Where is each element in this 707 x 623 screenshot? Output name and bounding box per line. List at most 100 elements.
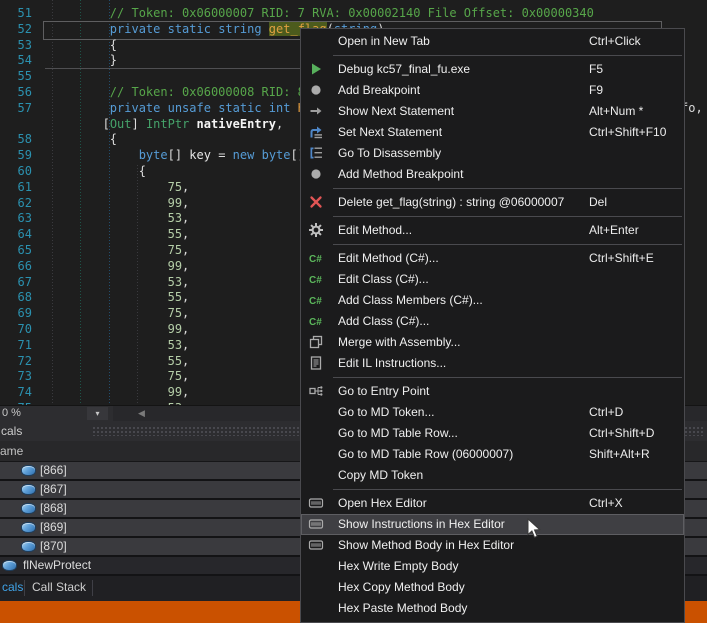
variable-icon bbox=[22, 542, 35, 551]
scroll-left-arrow-icon[interactable]: ◀ bbox=[138, 408, 145, 419]
menu-separator bbox=[333, 188, 682, 189]
blank-icon bbox=[308, 558, 324, 574]
variable-icon bbox=[22, 485, 35, 494]
set-next-statement-icon bbox=[308, 124, 324, 140]
tab-locals[interactable]: cals bbox=[2, 580, 23, 594]
blank-icon bbox=[308, 446, 324, 462]
line-number: 60 bbox=[0, 164, 32, 180]
code-text: 53, bbox=[52, 275, 189, 291]
svg-text:C#: C# bbox=[309, 296, 322, 307]
menu-item-shortcut: F5 bbox=[589, 59, 603, 80]
menu-item-copy-md-token[interactable]: Copy MD Token bbox=[301, 465, 684, 486]
debug-play-icon bbox=[308, 61, 324, 77]
menu-item-debug-kc57-final-fu-exe[interactable]: Debug kc57_final_fu.exeF5 bbox=[301, 59, 684, 80]
entry-point-icon bbox=[308, 383, 324, 399]
line-number: 62 bbox=[0, 196, 32, 212]
variable-name: flNewProtect bbox=[23, 557, 91, 574]
menu-item-edit-il-instructions[interactable]: Edit IL Instructions... bbox=[301, 353, 684, 374]
menu-item-label: Add Class (C#)... bbox=[338, 311, 429, 332]
menu-item-label: Show Next Statement bbox=[338, 101, 454, 122]
menu-item-label: Go To Disassembly bbox=[338, 143, 441, 164]
menu-separator bbox=[333, 216, 682, 217]
line-number: 71 bbox=[0, 338, 32, 354]
menu-item-go-to-entry-point[interactable]: Go to Entry Point bbox=[301, 381, 684, 402]
code-text: } bbox=[52, 53, 117, 69]
code-text: private unsafe static int H bbox=[52, 101, 305, 117]
menu-item-merge-with-assembly[interactable]: Merge with Assembly... bbox=[301, 332, 684, 353]
menu-item-edit-method[interactable]: Edit Method... Alt+Enter bbox=[301, 220, 684, 241]
menu-item-delete-get-flag-string-string-06000007[interactable]: Delete get_flag(string) : string @060000… bbox=[301, 192, 684, 213]
line-number: 54 bbox=[0, 53, 32, 69]
menu-item-set-next-statement[interactable]: Set Next Statement Ctrl+Shift+F10 bbox=[301, 122, 684, 143]
variable-icon bbox=[22, 523, 35, 532]
menu-item-label: Edit IL Instructions... bbox=[338, 353, 446, 374]
menu-separator bbox=[333, 377, 682, 378]
menu-item-shortcut: Ctrl+Shift+D bbox=[589, 423, 654, 444]
menu-item-go-to-md-token[interactable]: Go to MD Token...Ctrl+D bbox=[301, 402, 684, 423]
variable-name: [867] bbox=[40, 481, 67, 498]
blank-icon bbox=[308, 579, 324, 595]
menu-item-label: Set Next Statement bbox=[338, 122, 442, 143]
line-number: 64 bbox=[0, 227, 32, 243]
menu-item-add-class-members-c[interactable]: C#Add Class Members (C#)... bbox=[301, 290, 684, 311]
code-text: 53, bbox=[52, 338, 189, 354]
menu-item-go-to-md-table-row[interactable]: Go to MD Table Row...Ctrl+Shift+D bbox=[301, 423, 684, 444]
hex-editor-icon bbox=[308, 495, 324, 511]
variable-icon bbox=[3, 561, 16, 570]
menu-item-label: Edit Method... bbox=[338, 220, 412, 241]
menu-item-add-method-breakpoint[interactable]: Add Method Breakpoint bbox=[301, 164, 684, 185]
code-text: 75, bbox=[52, 369, 189, 385]
code-text: 99, bbox=[52, 322, 189, 338]
menu-item-label: Delete get_flag(string) : string @060000… bbox=[338, 192, 564, 213]
locals-panel-title: cals bbox=[1, 424, 22, 438]
line-number: 53 bbox=[0, 38, 32, 54]
line-number: 67 bbox=[0, 275, 32, 291]
line-number: 65 bbox=[0, 243, 32, 259]
menu-item-hex-write-empty-body[interactable]: Hex Write Empty Body bbox=[301, 556, 684, 577]
menu-item-show-instructions-in-hex-editor[interactable]: Show Instructions in Hex Editor bbox=[301, 514, 684, 535]
line-number: 51 bbox=[0, 6, 32, 22]
menu-item-hex-paste-method-body[interactable]: Hex Paste Method Body bbox=[301, 598, 684, 619]
menu-item-shortcut: Ctrl+D bbox=[589, 402, 623, 423]
csharp-icon: C# bbox=[308, 271, 324, 287]
menu-item-shortcut: Shift+Alt+R bbox=[589, 444, 650, 465]
menu-item-go-to-disassembly[interactable]: Go To Disassembly bbox=[301, 143, 684, 164]
zoom-dropdown-button[interactable]: ▾ bbox=[87, 407, 108, 420]
menu-item-label: Hex Write Empty Body bbox=[338, 556, 458, 577]
line-number: 55 bbox=[0, 69, 32, 85]
menu-item-edit-method-c[interactable]: C#Edit Method (C#)...Ctrl+Shift+E bbox=[301, 248, 684, 269]
menu-item-shortcut: F9 bbox=[589, 80, 603, 101]
menu-item-open-hex-editor[interactable]: Open Hex EditorCtrl+X bbox=[301, 493, 684, 514]
code-text: byte[] key = new byte[] bbox=[52, 148, 305, 164]
line-number: 72 bbox=[0, 354, 32, 370]
code-line-51[interactable]: 51 // Token: 0x06000007 RID: 7 RVA: 0x00… bbox=[0, 6, 707, 22]
line-number: 74 bbox=[0, 385, 32, 401]
code-text: 55, bbox=[52, 227, 189, 243]
menu-item-show-next-statement[interactable]: Show Next StatementAlt+Num * bbox=[301, 101, 684, 122]
menu-item-add-breakpoint[interactable]: Add BreakpointF9 bbox=[301, 80, 684, 101]
svg-text:C#: C# bbox=[309, 317, 322, 328]
code-text: 55, bbox=[52, 290, 189, 306]
line-number: 57 bbox=[0, 101, 32, 117]
breakpoint-circle-icon bbox=[308, 82, 324, 98]
code-text: 75, bbox=[52, 306, 189, 322]
tab-divider bbox=[92, 580, 93, 596]
variable-name: [869] bbox=[40, 519, 67, 536]
disassembly-icon bbox=[308, 145, 324, 161]
menu-item-add-class-c[interactable]: C# Add Class (C#)... bbox=[301, 311, 684, 332]
menu-item-shortcut: Ctrl+Shift+F10 bbox=[589, 122, 666, 143]
menu-item-open-in-new-tab[interactable]: Open in New TabCtrl+Click bbox=[301, 31, 684, 52]
tab-call-stack[interactable]: Call Stack bbox=[32, 580, 86, 594]
menu-item-shortcut: Ctrl+Click bbox=[589, 31, 641, 52]
menu-item-edit-class-c[interactable]: C#Edit Class (C#)... bbox=[301, 269, 684, 290]
menu-item-show-method-body-in-hex-editor[interactable]: Show Method Body in Hex Editor bbox=[301, 535, 684, 556]
code-text: // Token: 0x06000007 RID: 7 RVA: 0x00002… bbox=[52, 6, 594, 22]
merge-assembly-icon bbox=[308, 334, 324, 350]
hex-editor-icon bbox=[308, 516, 324, 532]
menu-item-label: Go to Entry Point bbox=[338, 381, 429, 402]
delete-x-icon bbox=[308, 194, 324, 210]
menu-item-hex-copy-method-body[interactable]: Hex Copy Method Body bbox=[301, 577, 684, 598]
menu-item-shortcut: Alt+Enter bbox=[589, 220, 639, 241]
menu-item-go-to-md-table-row-06000007[interactable]: Go to MD Table Row (06000007)Shift+Alt+R bbox=[301, 444, 684, 465]
code-text: 99, bbox=[52, 385, 189, 401]
